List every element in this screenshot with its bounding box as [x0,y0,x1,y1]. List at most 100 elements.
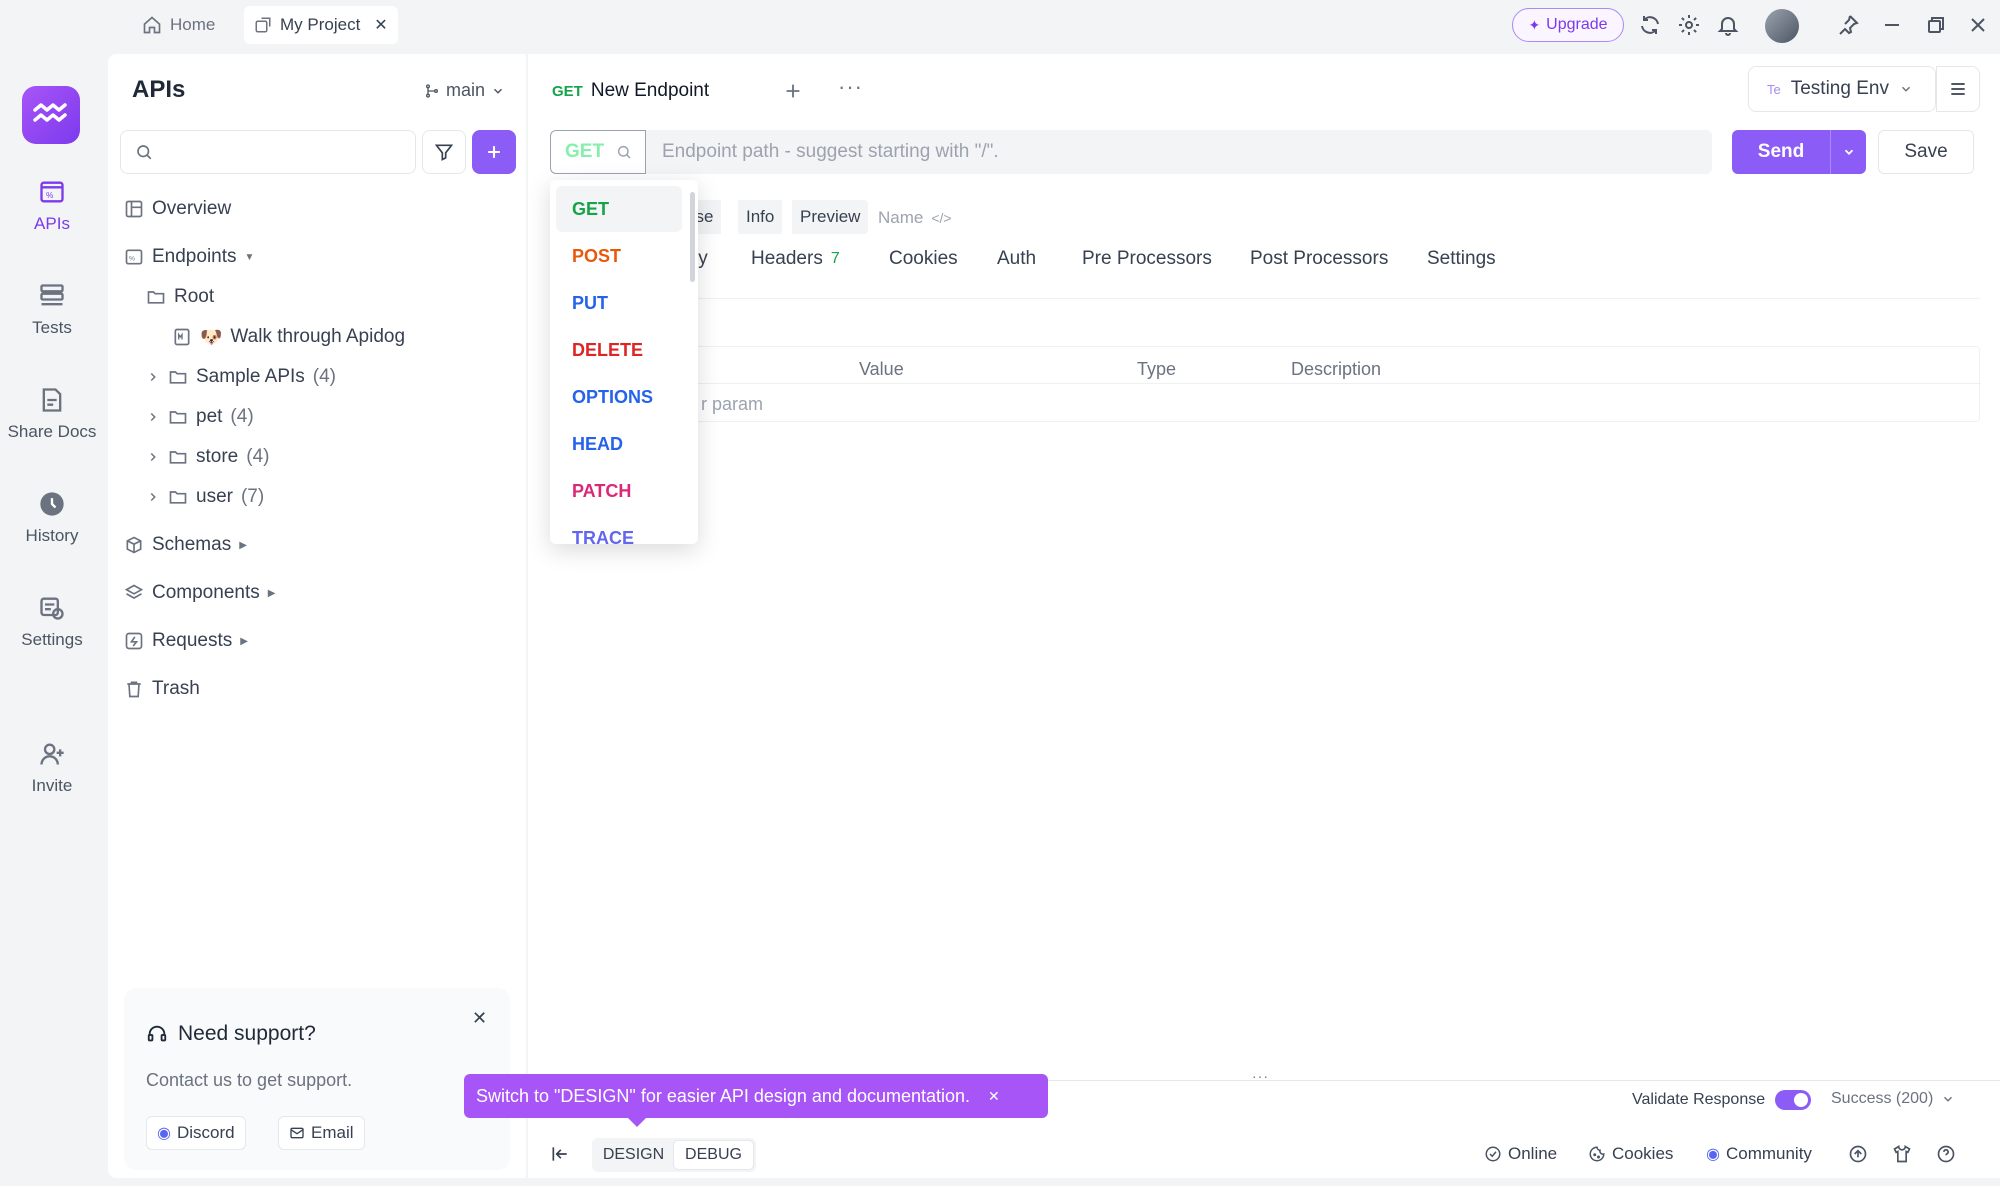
rail-item-settings[interactable]: Settings [0,594,104,650]
cookie-icon [1588,1145,1606,1163]
email-button[interactable]: Email [278,1116,365,1150]
tree-trash[interactable]: Trash [124,674,200,704]
mode-switch: DESIGN DEBUG [592,1138,756,1172]
pin-icon[interactable] [1836,13,1860,37]
menu-button[interactable] [1936,66,1980,112]
rail-item-share-docs[interactable]: Share Docs [0,386,104,442]
filter-button[interactable] [422,130,466,174]
requests-icon [124,631,144,651]
environment-selector[interactable]: Te Testing Env [1748,66,1936,112]
close-icon[interactable]: ✕ [374,15,387,35]
validate-label: Validate Response [1632,1091,1766,1108]
add-param-row[interactable]: r param [551,383,1981,423]
minimize-icon[interactable] [1880,13,1904,37]
chevron-right-icon [146,490,160,504]
app-logo[interactable] [22,86,80,144]
branch-selector[interactable]: main [424,80,505,101]
request-tab[interactable]: GET New Endpoint [536,66,764,116]
mode-design[interactable]: DESIGN [594,1140,673,1170]
status-community[interactable]: ◉ Community [1706,1144,1812,1164]
tree-folder-user[interactable]: user (7) [146,482,264,512]
tree-label: Components [152,582,260,603]
title-bar: Home My Project ✕ ✦ Upgrade [0,0,2000,52]
avatar[interactable] [1765,9,1799,43]
method-option-options[interactable]: OPTIONS [556,374,682,420]
overview-icon [124,199,144,219]
upgrade-button[interactable]: ✦ Upgrade [1512,8,1624,42]
method-option-delete[interactable]: DELETE [556,327,682,373]
method-dropdown: GET POST PUT DELETE OPTIONS HEAD PATCH T… [550,180,698,544]
tab-settings[interactable]: Settings [1427,248,1496,270]
method-option-patch[interactable]: PATCH [556,468,682,514]
refresh-icon[interactable] [1638,13,1662,37]
tab-my-project[interactable]: My Project ✕ [244,6,398,44]
save-button[interactable]: Save [1878,130,1974,174]
tree-schemas[interactable]: Schemas ▶ [124,530,247,560]
search-icon [135,143,153,161]
tab-label: Headers [751,248,823,269]
rail-item-history[interactable]: History [0,490,104,546]
send-button[interactable]: Send [1732,130,1866,174]
gear-icon[interactable] [1677,13,1701,37]
upload-icon[interactable] [1848,1144,1868,1164]
close-icon[interactable]: ✕ [988,1088,1000,1105]
send-dropdown-button[interactable] [1830,130,1866,174]
tree-walkthrough[interactable]: 🐶 Walk through Apidog [172,322,405,352]
name-placeholder: Name [878,208,924,227]
endpoint-path-input[interactable]: Endpoint path - suggest starting with "/… [646,130,1712,174]
folder-icon [168,367,188,387]
rail-item-invite[interactable]: Invite [0,740,104,796]
method-option-post[interactable]: POST [556,233,682,279]
tree-folder-store[interactable]: store (4) [146,442,269,472]
more-icon[interactable]: ··· [838,74,863,100]
status-online[interactable]: Online [1484,1144,1557,1164]
bell-icon[interactable] [1716,13,1740,37]
close-window-icon[interactable] [1966,13,1990,37]
rail-item-apis[interactable]: % APIs [0,178,104,234]
tree-root[interactable]: Root [146,282,214,312]
tree-components[interactable]: Components ▶ [124,578,275,608]
dropdown-scrollbar[interactable] [690,192,695,282]
close-icon[interactable]: ✕ [472,1008,487,1029]
add-param-placeholder: r param [701,394,764,414]
add-button[interactable] [472,130,516,174]
tree-folder-sample-apis[interactable]: Sample APIs (4) [146,362,336,392]
shirt-icon[interactable] [1892,1144,1912,1164]
discord-button[interactable]: ◉ Discord [146,1116,246,1150]
tab-cookies[interactable]: Cookies [889,248,958,270]
tab-pre-processors[interactable]: Pre Processors [1082,248,1212,270]
tree-requests[interactable]: Requests ▶ [124,626,248,656]
tab-headers[interactable]: Headers 7 [751,248,840,270]
tree-label: pet [196,406,223,427]
method-select[interactable]: GET [550,130,646,174]
resize-handle[interactable]: ··· [1252,1068,1269,1084]
response-status-select[interactable]: Success (200) [1831,1090,1955,1108]
collapse-sidebar-icon[interactable] [550,1144,570,1164]
tree-folder-pet[interactable]: pet (4) [146,402,254,432]
method-option-trace[interactable]: TRACE [556,515,682,545]
method-option-head[interactable]: HEAD [556,421,682,467]
discord-label: Discord [176,1123,235,1142]
help-icon[interactable] [1936,1144,1956,1164]
tree-overview[interactable]: Overview [124,194,231,224]
branch-label: main [446,80,486,100]
validate-toggle[interactable] [1775,1090,1812,1110]
tab-home[interactable]: Home [132,6,225,44]
search-input[interactable] [120,130,416,174]
tree-endpoints[interactable]: % Endpoints ▼ [124,242,254,272]
subtab-info[interactable]: Info [738,200,783,234]
rail-item-tests[interactable]: Tests [0,282,104,338]
name-input[interactable]: Name </> [878,208,952,228]
svg-text:%: % [129,255,135,262]
tab-auth[interactable]: Auth [997,248,1036,270]
subtab-preview[interactable]: Preview [792,200,869,234]
mode-debug[interactable]: DEBUG [673,1140,754,1170]
method-option-get[interactable]: GET [556,186,682,232]
rail-item-label: Share Docs [7,422,97,441]
add-tab-icon[interactable] [782,80,804,102]
method-option-put[interactable]: PUT [556,280,682,326]
tab-post-processors[interactable]: Post Processors [1250,248,1388,270]
tree-count: (4) [312,366,337,387]
restore-icon[interactable] [1924,13,1948,37]
status-cookies[interactable]: Cookies [1588,1144,1673,1164]
